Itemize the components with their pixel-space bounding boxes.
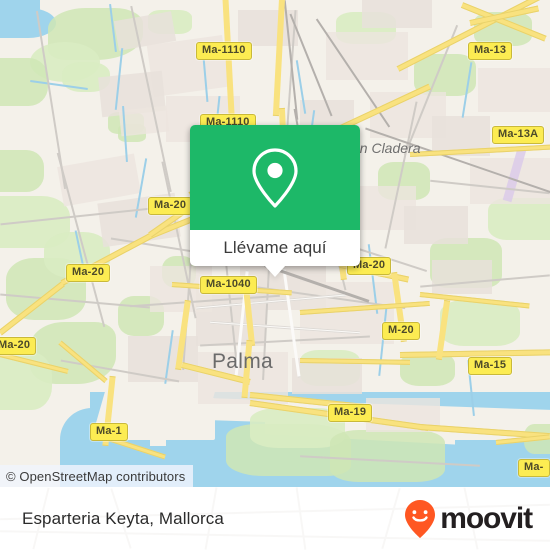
built-area <box>404 206 468 244</box>
built-area <box>326 32 408 80</box>
road-shield[interactable]: Ma-19 <box>328 404 373 422</box>
built-area <box>362 0 432 28</box>
road-shield[interactable]: Ma-20 <box>0 337 37 355</box>
green-area <box>0 150 44 192</box>
location-title: Esparteria Keyta, Mallorca <box>22 508 224 528</box>
built-area <box>128 336 198 382</box>
callout-label-area[interactable]: Llévame aquí <box>190 230 360 277</box>
road-shield[interactable]: Ma-13 <box>468 42 513 60</box>
moovit-logo[interactable]: moovit <box>403 499 533 539</box>
attribution-text: © OpenStreetMap contributors <box>6 468 186 484</box>
pier <box>174 396 187 440</box>
map-attribution[interactable]: © OpenStreetMap contributors <box>0 465 194 487</box>
road-shield[interactable]: Ma-20 <box>66 264 111 282</box>
green-area <box>488 198 550 240</box>
map-viewport[interactable]: Palma on Cladera Ma-1110 Ma-1110 Ma-13 M… <box>0 0 550 487</box>
callout-icon-area <box>190 125 360 230</box>
road-shield[interactable]: Ma-1040 <box>200 276 257 294</box>
moovit-wordmark: moovit <box>440 501 533 535</box>
location-callout-card[interactable]: Llévame aquí <box>190 125 360 277</box>
built-area <box>478 68 550 112</box>
callout-label: Llévame aquí <box>223 238 327 257</box>
road-shield[interactable]: M-20 <box>382 322 420 340</box>
road-shield[interactable]: Ma- <box>518 459 550 477</box>
built-area <box>118 105 170 137</box>
road-shield[interactable]: Ma-15 <box>468 357 513 375</box>
footer-bar: Esparteria Keyta, Mallorca moovit <box>0 487 550 550</box>
road-shield[interactable]: Ma-20 <box>148 197 193 215</box>
moovit-pin-icon <box>405 499 436 538</box>
road-shield[interactable]: Ma-1110 <box>196 42 252 60</box>
green-area <box>440 300 520 346</box>
place-label-palma: Palma <box>212 350 274 373</box>
pier <box>150 396 166 446</box>
park-area <box>330 430 445 482</box>
place-label-son-cladera: on Cladera <box>352 140 421 156</box>
callout-pointer <box>264 265 286 277</box>
road-shield[interactable]: Ma-1 <box>90 423 128 441</box>
map-screenshot: Palma on Cladera Ma-1110 Ma-1110 Ma-13 M… <box>0 0 550 550</box>
map-pin-icon <box>252 147 298 208</box>
built-area <box>432 260 492 294</box>
road-shield[interactable]: Ma-13A <box>492 126 545 144</box>
